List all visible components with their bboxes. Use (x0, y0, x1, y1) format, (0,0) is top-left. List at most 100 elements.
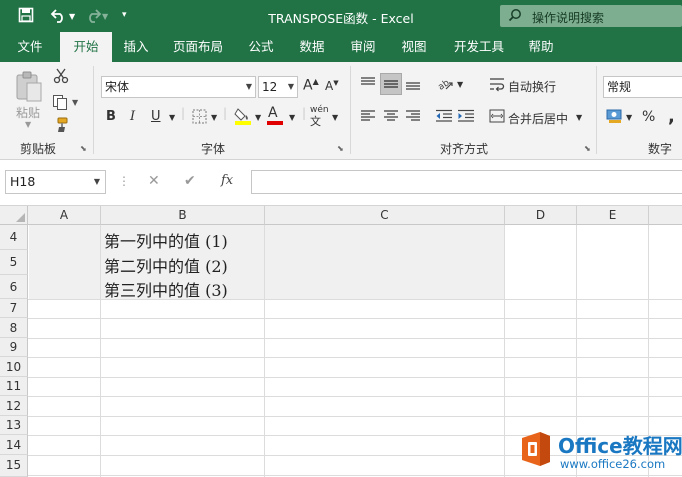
tab-formulas[interactable]: 公式 (236, 32, 286, 62)
orientation-icon[interactable]: ab (436, 74, 454, 95)
number-format-value: 常规 (607, 80, 632, 94)
row-header-13[interactable]: 13 (0, 416, 28, 435)
tab-home[interactable]: 开始 (60, 32, 112, 62)
merge-center-label[interactable]: 合并后居中 (508, 110, 568, 127)
clipboard-launcher-icon[interactable]: ⬊ (80, 144, 87, 153)
number-format-combo[interactable]: 常规 (603, 76, 682, 98)
align-bottom-icon[interactable] (405, 76, 421, 95)
column-header-d[interactable]: D (505, 206, 577, 225)
search-icon (508, 8, 522, 26)
tab-developer[interactable]: 开发工具 (440, 32, 518, 62)
fill-color-dropdown-icon[interactable]: ▼ (255, 113, 261, 122)
cell-b4[interactable]: 第一列中的值 (1) (104, 228, 228, 252)
comma-style-button[interactable]: , (668, 106, 675, 127)
orientation-dropdown-icon[interactable]: ▼ (457, 80, 463, 89)
merge-center-dropdown-icon[interactable]: ▼ (576, 113, 582, 122)
tab-page-layout[interactable]: 页面布局 (160, 32, 236, 62)
paste-button[interactable] (14, 70, 44, 107)
column-header-a[interactable]: A (28, 206, 101, 225)
wrap-text-label[interactable]: 自动换行 (508, 78, 556, 95)
font-size-combo[interactable]: 12 ▼ (258, 76, 298, 98)
fill-color-icon[interactable] (234, 106, 252, 129)
cancel-formula-button[interactable]: ✕ (148, 173, 160, 189)
phonetic-dropdown-icon[interactable]: ▼ (332, 113, 338, 122)
accounting-format-icon[interactable] (606, 108, 624, 127)
wrap-text-icon[interactable] (489, 76, 505, 95)
font-size-dropdown-icon[interactable]: ▼ (288, 77, 294, 97)
alignment-launcher-icon[interactable]: ⬊ (584, 144, 591, 153)
merge-center-icon[interactable] (489, 109, 505, 126)
row-header-4[interactable]: 4 (0, 225, 28, 250)
gridline (504, 225, 505, 477)
grow-font-button[interactable]: A▲ (303, 77, 319, 94)
align-top-icon[interactable] (360, 76, 376, 93)
cell-b6[interactable]: 第三列中的值 (3) (104, 277, 228, 301)
gridline (28, 318, 682, 319)
row-header-5[interactable]: 5 (0, 250, 28, 275)
underline-button[interactable]: U (151, 109, 161, 124)
ribbon-separator (350, 66, 351, 154)
font-launcher-icon[interactable]: ⬊ (337, 144, 344, 153)
italic-button[interactable]: I (130, 109, 135, 124)
paste-dropdown-icon[interactable]: ▼ (25, 120, 31, 129)
tab-review[interactable]: 审阅 (338, 32, 388, 62)
formula-bar-grip-icon[interactable]: ⋮ (118, 174, 130, 188)
cut-icon[interactable] (53, 68, 69, 87)
borders-icon[interactable] (192, 109, 207, 127)
column-header-e[interactable]: E (577, 206, 649, 225)
name-box-dropdown-icon[interactable]: ▼ (94, 171, 100, 193)
tab-view[interactable]: 视图 (388, 32, 440, 62)
row-header-15[interactable]: 15 (0, 455, 28, 477)
align-center-icon[interactable] (383, 109, 399, 126)
accounting-dropdown-icon[interactable]: ▼ (626, 113, 632, 122)
tab-data[interactable]: 数据 (286, 32, 338, 62)
shrink-font-button[interactable]: A▼ (325, 79, 339, 93)
gridline (28, 338, 682, 339)
bold-button[interactable]: B (106, 109, 116, 124)
format-painter-icon[interactable] (52, 117, 68, 136)
row-header-9[interactable]: 9 (0, 338, 28, 357)
row-header-6[interactable]: 6 (0, 275, 28, 299)
enter-formula-button[interactable]: ✔ (184, 173, 196, 189)
align-left-icon[interactable] (360, 109, 376, 126)
align-right-icon[interactable] (405, 109, 421, 126)
font-name-combo[interactable]: 宋体 ▼ (101, 76, 256, 98)
copy-icon[interactable] (52, 94, 68, 113)
tab-help[interactable]: 帮助 (518, 32, 564, 62)
copy-dropdown-icon[interactable]: ▼ (72, 98, 78, 107)
ribbon-separator (93, 66, 94, 154)
row-header-12[interactable]: 12 (0, 396, 28, 416)
insert-function-button[interactable]: fx (221, 173, 233, 188)
row-header-14[interactable]: 14 (0, 435, 28, 455)
formula-bar: H18 ▼ ⋮ ✕ ✔ fx (0, 160, 682, 206)
search-box[interactable]: 操作说明搜索 (500, 5, 682, 27)
font-name-dropdown-icon[interactable]: ▼ (246, 77, 252, 97)
phonetic-guide-button[interactable]: wén 文 (310, 105, 329, 129)
row-header-8[interactable]: 8 (0, 318, 28, 338)
grow-font-label: A (303, 77, 313, 94)
column-header-b[interactable]: B (101, 206, 265, 225)
column-header-c[interactable]: C (265, 206, 505, 225)
row-header-10[interactable]: 10 (0, 357, 28, 377)
font-color-label: A (268, 105, 278, 121)
row-header-11[interactable]: 11 (0, 377, 28, 396)
tab-file[interactable]: 文件 (0, 32, 60, 62)
font-name-value: 宋体 (105, 80, 130, 94)
cell-b5[interactable]: 第二列中的值 (2) (104, 253, 228, 277)
font-color-dropdown-icon[interactable]: ▼ (289, 113, 295, 122)
tab-insert[interactable]: 插入 (112, 32, 160, 62)
column-header-next[interactable] (649, 206, 682, 225)
select-all-button[interactable] (0, 206, 28, 225)
formula-input[interactable] (251, 170, 682, 194)
percent-style-button[interactable]: % (642, 109, 655, 125)
borders-dropdown-icon[interactable]: ▼ (211, 113, 217, 122)
gridline (264, 225, 265, 477)
underline-dropdown-icon[interactable]: ▼ (169, 113, 175, 122)
decrease-indent-icon[interactable] (435, 109, 453, 126)
increase-indent-icon[interactable] (457, 109, 475, 126)
row-header-7[interactable]: 7 (0, 299, 28, 318)
name-box[interactable]: H18 ▼ (5, 170, 106, 194)
align-middle-icon[interactable] (380, 73, 402, 95)
ribbon: 粘贴 ▼ ▼ 剪贴板 ⬊ 宋体 ▼ 12 ▼ A▲ A▼ B I U ▼ | ▼… (0, 62, 682, 160)
font-color-button[interactable]: A (267, 105, 283, 125)
